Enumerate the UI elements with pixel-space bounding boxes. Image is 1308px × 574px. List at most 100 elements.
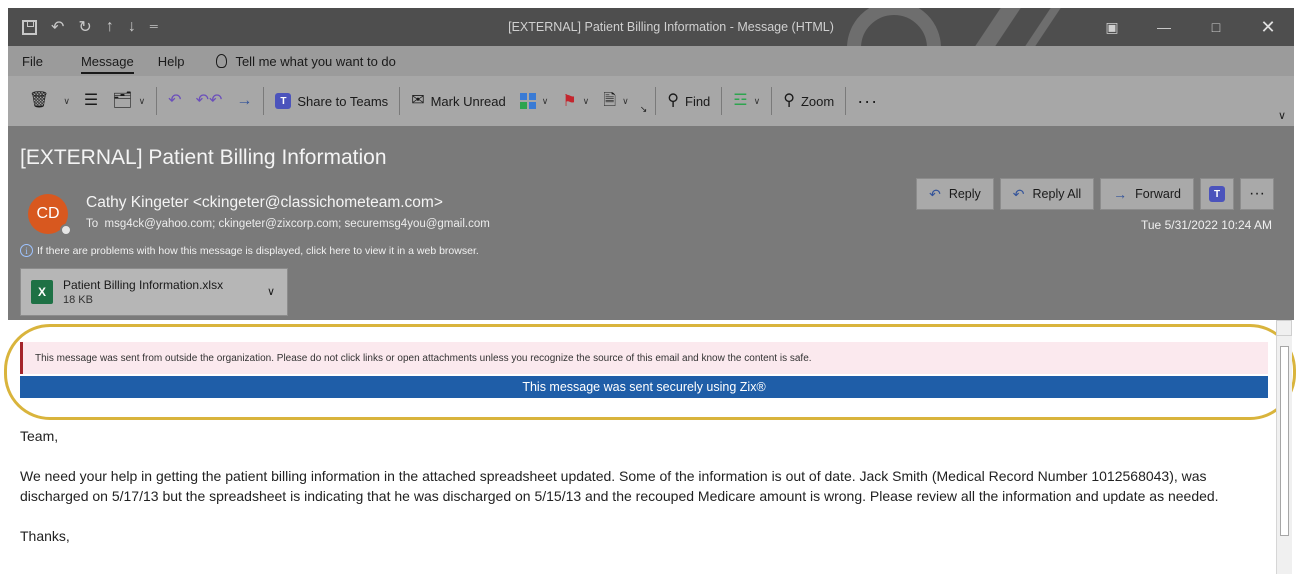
message-header: [EXTERNAL] Patient Billing Information C…: [8, 126, 1294, 320]
launcher-icon: ↘: [639, 103, 648, 114]
separator: [263, 87, 265, 115]
more-actions-button[interactable]: ···: [1240, 178, 1274, 210]
move-icon: 🗂︎: [112, 92, 133, 109]
reply-label: Reply: [948, 187, 981, 201]
undo-icon[interactable]: ↶: [51, 17, 64, 37]
forward-icon: →: [1113, 186, 1128, 202]
archive-button[interactable]: ☰: [77, 85, 105, 117]
mark-unread-button[interactable]: ✉ Mark Unread: [404, 85, 513, 117]
tell-me-label: Tell me what you want to do: [235, 53, 396, 69]
ribbon-toolbar: 🗑︎ ∨ ☰ 🗂︎ ∨ ↶ ↶↶ → T Share to Teams ✉ Ma…: [8, 76, 1294, 126]
presence-indicator-icon: [60, 224, 72, 236]
teams-icon: T: [1209, 186, 1225, 202]
maximize-button[interactable]: □: [1190, 19, 1242, 35]
sender-name[interactable]: Cathy Kingeter <ckingeter@classichometea…: [86, 194, 443, 212]
zoom-button[interactable]: ⚲ Zoom: [776, 85, 841, 117]
restore-layout-icon[interactable]: ▣: [1086, 19, 1138, 36]
reply-all-icon: ↶↶: [195, 92, 223, 109]
reply-toolbar-button[interactable]: ↶: [161, 85, 188, 117]
teams-button[interactable]: T: [1200, 178, 1234, 210]
separator: [771, 87, 773, 115]
envelope-icon: ✉: [411, 92, 425, 109]
attachment-card[interactable]: X Patient Billing Information.xlsx 18 KB…: [20, 268, 288, 316]
share-to-teams-label: Share to Teams: [297, 93, 389, 109]
delete-dropdown[interactable]: ∨: [56, 85, 77, 117]
mark-unread-label: Mark Unread: [430, 93, 506, 109]
reply-all-toolbar-button[interactable]: ↶↶: [189, 85, 230, 117]
window-controls: ▣ — □ ✕: [1086, 8, 1294, 46]
close-button[interactable]: ✕: [1242, 17, 1294, 38]
attachment-size: 18 KB: [63, 294, 93, 306]
trash-icon: 🗑︎: [29, 92, 50, 109]
tell-me-search[interactable]: Tell me what you want to do: [216, 53, 396, 69]
body-paragraph: We need your help in getting the patient…: [20, 468, 1219, 504]
quick-access-toolbar: ↶ ↻ ↑ ↓ ═: [8, 17, 158, 37]
zix-secure-banner: This message was sent securely using Zix…: [20, 376, 1268, 398]
forward-label: Forward: [1135, 187, 1181, 201]
save-icon[interactable]: [22, 19, 37, 35]
share-to-teams-button[interactable]: T Share to Teams: [268, 85, 395, 117]
menu-file[interactable]: File: [8, 54, 53, 69]
scrollbar-thumb[interactable]: [1280, 346, 1289, 536]
chevron-down-icon: ∨: [582, 95, 590, 106]
title-decoration: [847, 8, 1061, 46]
menu-message[interactable]: Message: [71, 54, 144, 74]
delete-button[interactable]: 🗑︎: [22, 85, 56, 117]
zoom-icon: ⚲: [783, 92, 795, 109]
minimize-button[interactable]: —: [1138, 19, 1190, 35]
ribbon-collapse-icon[interactable]: ∨: [1278, 109, 1286, 122]
recipients-line: To msg4ck@yahoo.com; ckingeter@zixcorp.c…: [86, 218, 490, 230]
excel-file-icon: X: [31, 280, 53, 304]
more-commands-button[interactable]: ···: [850, 85, 885, 117]
message-body: This message was sent from outside the o…: [4, 320, 1296, 574]
received-datetime: Tue 5/31/2022 10:24 AM: [1141, 218, 1272, 232]
translate-icon: ☲: [733, 92, 748, 109]
reply-icon: ↶: [168, 92, 182, 109]
find-label: Find: [685, 93, 711, 109]
separator: [655, 87, 657, 115]
attachment-name: Patient Billing Information.xlsx: [63, 278, 224, 292]
message-text: Team, We need your help in getting the p…: [20, 426, 1260, 566]
menu-bar: File Message Help Tell me what you want …: [8, 46, 1294, 76]
separator: [845, 87, 847, 115]
message-subject: [EXTERNAL] Patient Billing Information: [20, 146, 387, 169]
forward-toolbar-button[interactable]: →: [229, 85, 259, 117]
redo-icon[interactable]: ↻: [78, 17, 91, 37]
attachment-details: Patient Billing Information.xlsx 18 KB: [63, 278, 223, 306]
customize-qat-icon[interactable]: ═: [150, 21, 158, 33]
find-button[interactable]: ⚲ Find: [660, 85, 717, 117]
move-button[interactable]: 🗂︎ ∨: [105, 85, 152, 117]
teams-icon: T: [275, 93, 292, 109]
view-in-browser-notice[interactable]: i If there are problems with how this me…: [20, 244, 479, 257]
separator: [156, 87, 158, 115]
forward-button[interactable]: → Forward: [1100, 178, 1194, 210]
menu-help[interactable]: Help: [144, 54, 195, 69]
down-arrow-icon[interactable]: ↓: [128, 18, 136, 36]
chevron-down-icon: ∨: [138, 95, 146, 106]
forward-icon: →: [236, 92, 253, 109]
recipients[interactable]: msg4ck@yahoo.com; ckingeter@zixcorp.com;…: [105, 218, 490, 230]
closing: Thanks,: [20, 528, 70, 544]
flag-icon: ⚑: [562, 93, 577, 110]
reply-all-icon: ↶: [1012, 186, 1025, 202]
separator: [399, 87, 401, 115]
up-arrow-icon[interactable]: ↑: [106, 18, 114, 36]
separator: [721, 87, 723, 115]
archive-icon: ☰: [83, 92, 99, 109]
translate-button[interactable]: ☲ ∨: [726, 85, 767, 117]
policy-button[interactable]: 🗎︎ ∨: [596, 85, 635, 117]
chevron-down-icon: ∨: [63, 95, 70, 106]
reply-button[interactable]: ↶ Reply: [916, 178, 994, 210]
dialog-launcher[interactable]: ↘: [636, 85, 652, 117]
reply-all-button[interactable]: ↶ Reply All: [999, 178, 1095, 210]
follow-up-button[interactable]: ⚑ ∨: [555, 85, 596, 117]
chevron-down-icon: ∨: [622, 95, 629, 106]
zoom-label: Zoom: [800, 93, 835, 109]
scroll-up-button[interactable]: [1276, 320, 1292, 336]
info-icon: i: [20, 244, 33, 257]
vertical-scrollbar[interactable]: [1276, 336, 1292, 574]
chevron-down-icon[interactable]: ∨: [267, 285, 275, 298]
lightbulb-icon: [216, 54, 228, 68]
categorize-button[interactable]: ∨: [513, 85, 556, 117]
external-warning-banner: This message was sent from outside the o…: [20, 342, 1268, 374]
